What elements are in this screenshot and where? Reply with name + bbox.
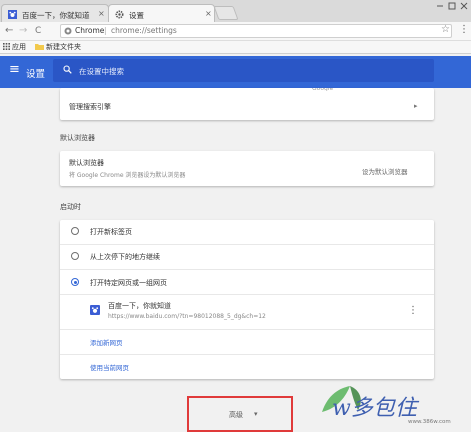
more-vert-icon[interactable]: ⋮ [408, 305, 418, 316]
window-controls-icon[interactable] [431, 0, 471, 12]
default-browser-section-title: 默认浏览器 [60, 134, 95, 142]
baidu-page-favicon [90, 305, 100, 317]
settings-title: 设置 [26, 69, 46, 80]
apps-bookmark[interactable]: 应用 [12, 42, 26, 52]
chevron-right-icon[interactable]: ▸ [414, 102, 418, 110]
use-current-pages-link[interactable]: 使用当前网页 [90, 362, 129, 372]
tab-baidu-title: 百度一下，你就知道 [22, 11, 90, 20]
baidu-paw-icon [8, 10, 17, 19]
search-icon [63, 65, 72, 76]
default-browser-row-sub: 将 Google Chrome 浏览器设为默认浏览器 [69, 172, 186, 179]
apps-grid-icon[interactable] [3, 43, 10, 52]
bookmark-star-icon[interactable]: ☆ [441, 24, 450, 35]
chrome-logo-icon [64, 27, 72, 37]
chevron-down-icon[interactable]: ▾ [254, 410, 258, 418]
advanced-button[interactable]: 高级 [229, 410, 243, 420]
divider [60, 329, 434, 330]
site-name: Chrome [75, 26, 105, 35]
tab-settings-close-icon[interactable]: × [205, 9, 212, 18]
folder-icon [35, 43, 44, 52]
divider [60, 294, 434, 295]
tab-baidu-close-icon[interactable]: × [98, 9, 105, 18]
window-controls [431, 0, 471, 12]
new-folder-bookmark[interactable]: 新建文件夹 [46, 42, 81, 52]
radio-continue[interactable] [71, 252, 79, 260]
watermark-text: w多包住 [332, 396, 417, 421]
radio-new-tab[interactable] [71, 227, 79, 235]
url-text[interactable]: chrome://settings [111, 26, 177, 35]
back-button[interactable]: ← [5, 25, 13, 37]
divider [60, 244, 434, 245]
tab-baidu[interactable]: 百度一下，你就知道 × [1, 4, 109, 24]
settings-search-input[interactable]: 在设置中搜索 [79, 66, 124, 77]
startup-option-specific-pages[interactable]: 打开特定网页或一组网页 [90, 278, 167, 288]
search-engine-value: Google [312, 88, 333, 91]
watermark-logo: w多包住 www.386w.com [314, 380, 464, 430]
divider [60, 354, 434, 355]
default-browser-row-title: 默认浏览器 [69, 159, 104, 167]
tab-settings-title: 设置 [129, 11, 144, 20]
startup-section-title: 启动时 [60, 203, 81, 211]
manage-search-engines-link[interactable]: 管理搜索引擎 [69, 102, 111, 112]
hamburger-menu-icon[interactable]: ≡ [9, 63, 20, 77]
divider [60, 269, 434, 270]
reload-button[interactable]: C [35, 25, 41, 37]
startup-option-continue[interactable]: 从上次停下的地方继续 [90, 252, 160, 262]
startup-page-url: https://www.baidu.com/?tn=98012088_5_dg&… [108, 313, 266, 320]
gear-icon [115, 10, 124, 19]
radio-specific-pages[interactable] [71, 278, 79, 286]
add-new-page-link[interactable]: 添加新网页 [90, 337, 123, 347]
forward-button[interactable]: → [19, 25, 27, 37]
startup-page-title: 百度一下，你就知道 [108, 302, 171, 310]
startup-option-new-tab[interactable]: 打开新标签页 [90, 227, 132, 237]
omnibox-separator: | [104, 26, 107, 35]
browser-menu-icon[interactable]: ⋮ [459, 24, 469, 35]
watermark-url: www.386w.com [408, 419, 451, 425]
search-engine-card [60, 88, 434, 120]
set-default-browser-button[interactable]: 设为默认浏览器 [362, 166, 408, 176]
